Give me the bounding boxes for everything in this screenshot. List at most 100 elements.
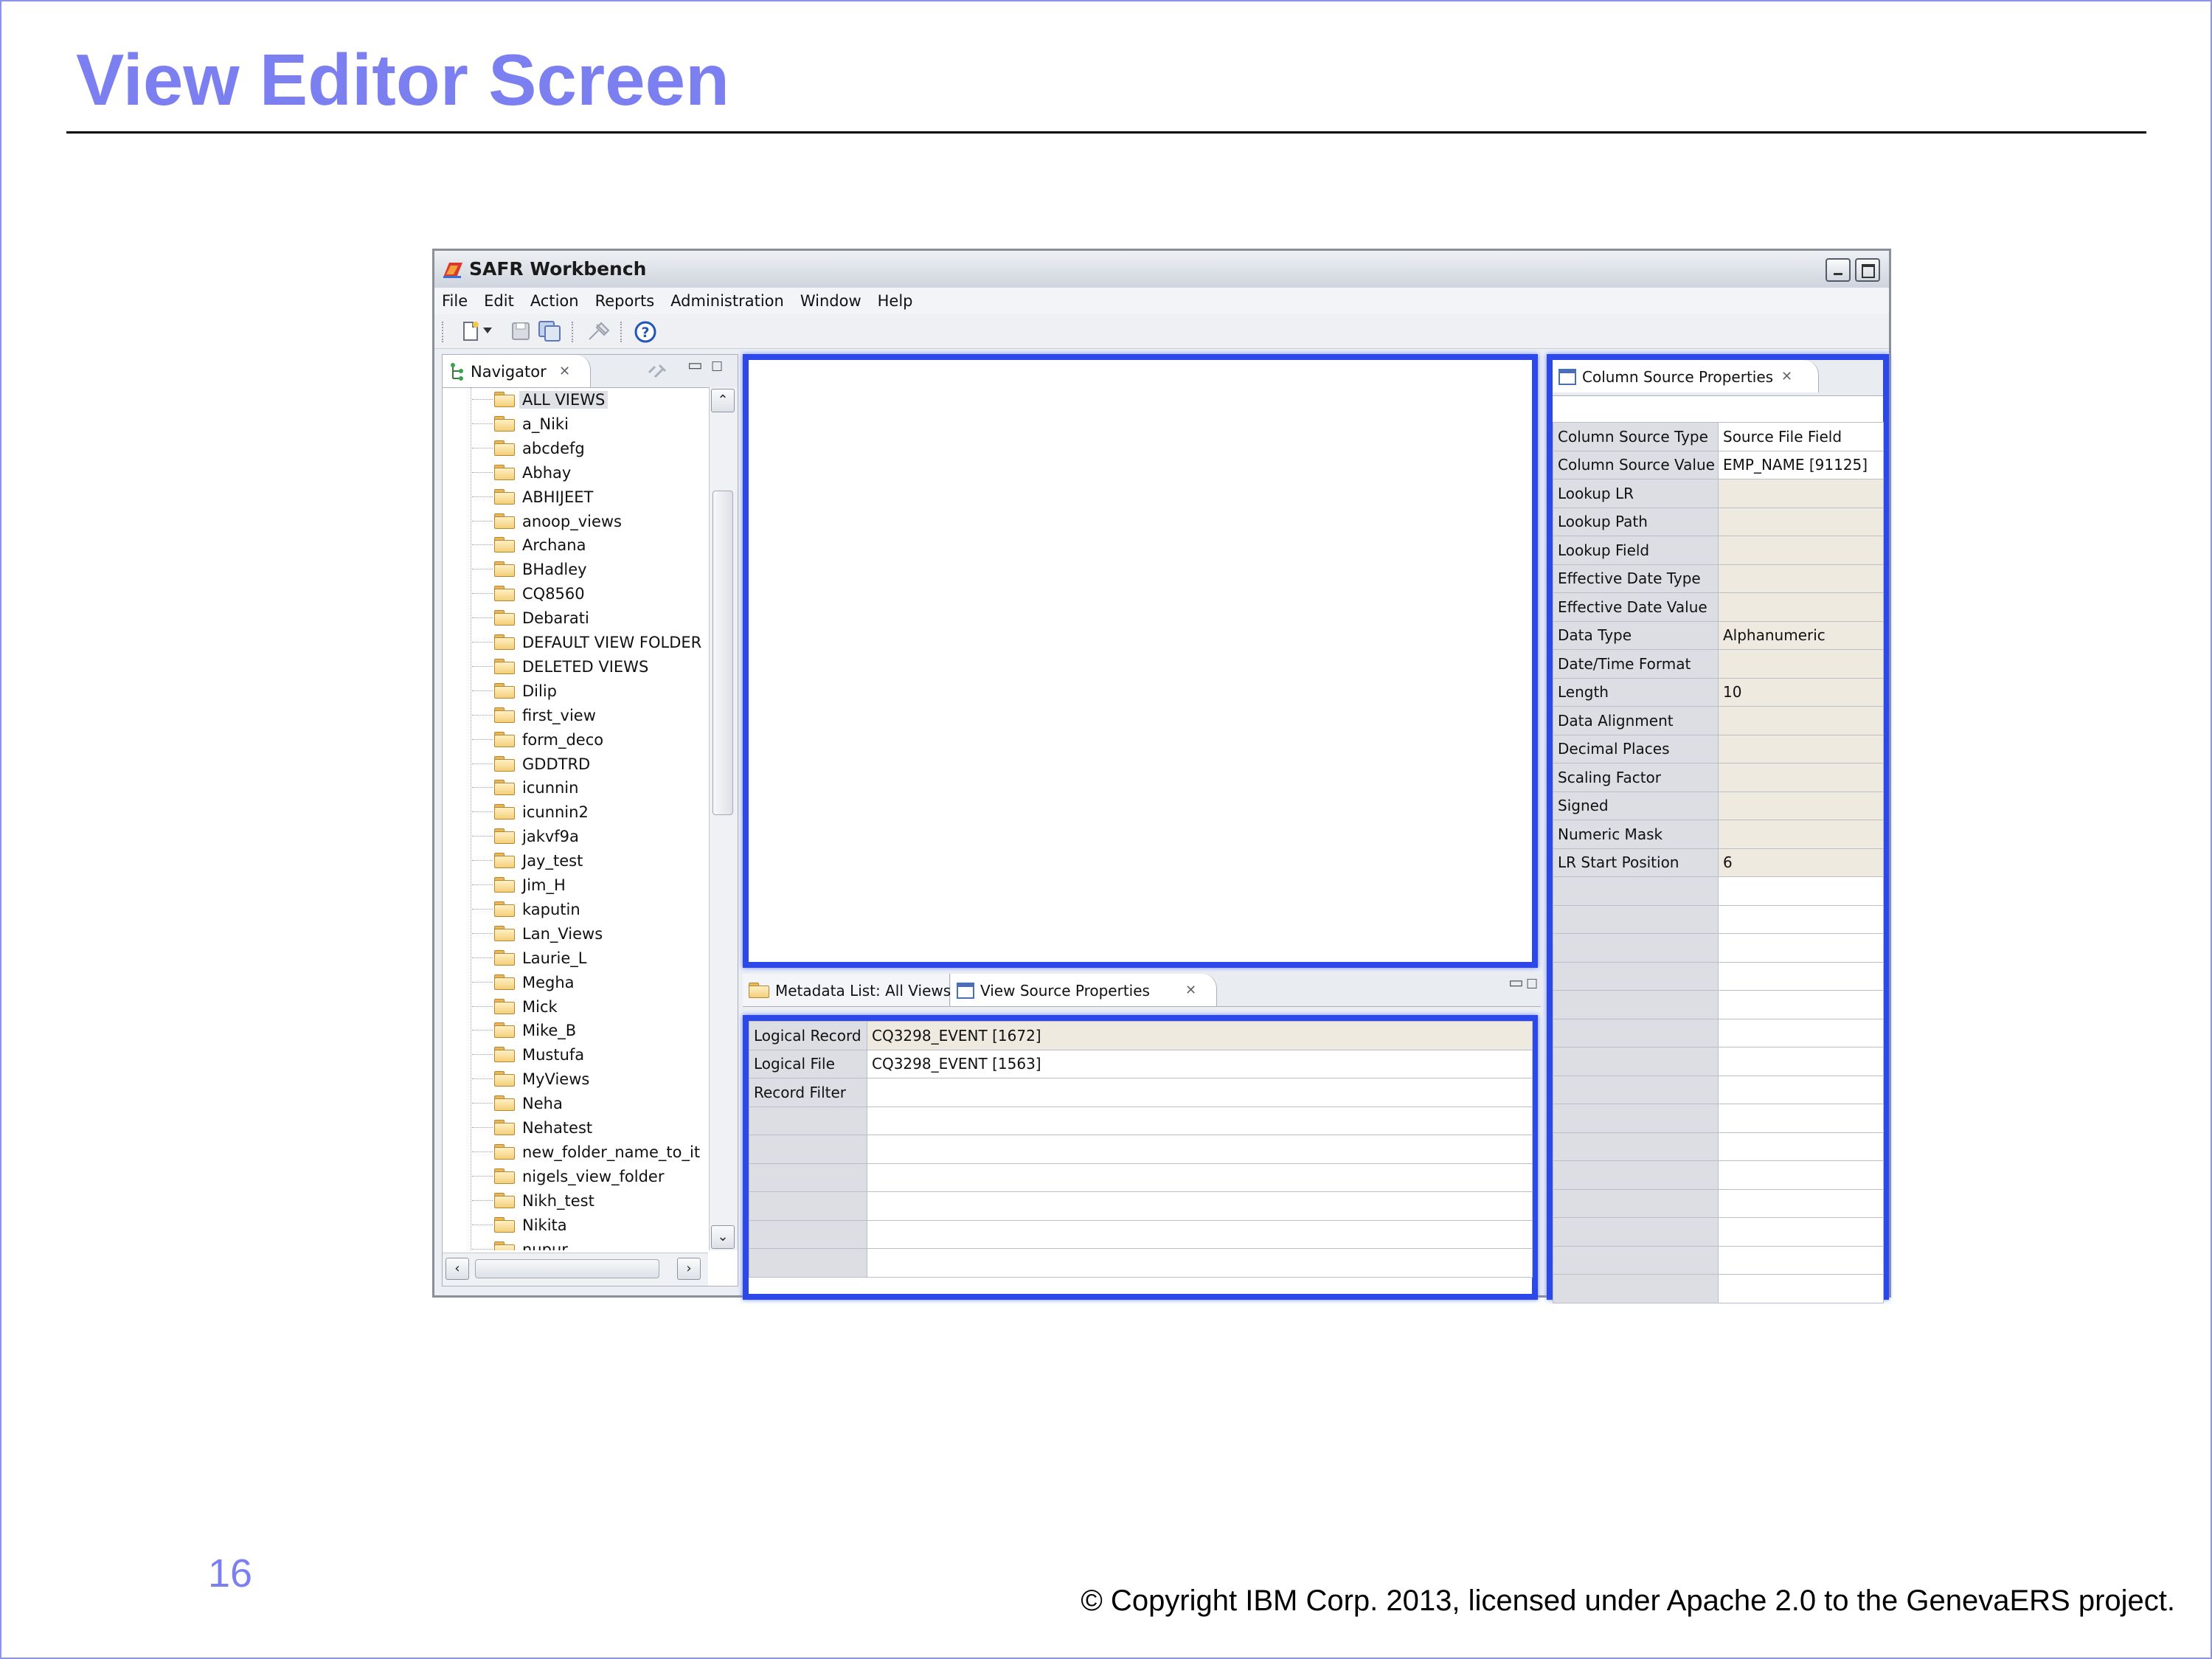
tree-folder-item[interactable]: Neha [472, 1091, 707, 1115]
tree-folder-item[interactable]: new_folder_name_to_it [472, 1140, 707, 1164]
tree-folder-item[interactable]: Abhay [472, 460, 707, 485]
tree-folder-item[interactable]: icunnin [472, 775, 707, 800]
tree-folder-item[interactable]: Lan_Views [472, 921, 707, 946]
property-value[interactable] [1718, 1018, 1884, 1047]
property-value[interactable] [867, 1163, 1533, 1192]
property-value[interactable] [1718, 1274, 1884, 1303]
property-value[interactable] [867, 1191, 1533, 1221]
scrollbar-thumb[interactable] [713, 491, 733, 815]
tab-column-source-properties[interactable]: Column Source Properties ✕ [1553, 360, 1819, 392]
menu-edit[interactable]: Edit [484, 292, 514, 310]
menu-file[interactable]: File [442, 292, 468, 310]
tree-folder-item[interactable]: Nikita [472, 1213, 707, 1237]
minimize-button[interactable] [1826, 258, 1851, 282]
tree-folder-item[interactable]: jakvf9a [472, 824, 707, 848]
property-value[interactable]: Alphanumeric [1718, 620, 1884, 650]
view-editor-area[interactable] [743, 354, 1538, 968]
tree-folder-item[interactable]: abcdefg [472, 436, 707, 460]
tree-folder-item[interactable]: Archana [472, 533, 707, 557]
property-value[interactable] [867, 1219, 1533, 1249]
maximize-view-icon[interactable]: ☐ [711, 359, 723, 375]
tree-folder-item[interactable]: DEFAULT VIEW FOLDER [472, 630, 707, 654]
close-icon[interactable]: ✕ [559, 364, 570, 379]
property-value[interactable] [1718, 592, 1884, 622]
window-titlebar[interactable]: SAFR Workbench [434, 251, 1889, 288]
property-value[interactable] [1718, 1188, 1884, 1218]
close-icon[interactable]: ✕ [1781, 369, 1792, 384]
property-value[interactable]: 6 [1718, 848, 1884, 877]
property-value[interactable] [1718, 1160, 1884, 1190]
tree-folder-item[interactable]: form_deco [472, 727, 707, 752]
tree-folder-item[interactable]: first_view [472, 703, 707, 727]
scroll-down-icon[interactable]: ⌄ [711, 1225, 735, 1249]
dropdown-arrow-icon[interactable] [483, 328, 492, 335]
link-editor-icon[interactable] [646, 362, 668, 381]
property-value[interactable]: EMP_NAME [91125] [1718, 450, 1884, 479]
tree-folder-item[interactable]: GDDTRD [472, 752, 707, 776]
menu-help[interactable]: Help [878, 292, 913, 310]
menu-action[interactable]: Action [530, 292, 579, 310]
property-value[interactable] [1718, 1047, 1884, 1076]
property-value[interactable] [1718, 763, 1884, 792]
property-value[interactable]: CQ3298_EVENT [1672] [867, 1021, 1533, 1050]
close-icon[interactable]: ✕ [1185, 983, 1196, 998]
tree-folder-item[interactable]: nigels_view_folder [472, 1164, 707, 1188]
navigator-vertical-scrollbar[interactable]: ⌃ ⌄ [709, 387, 738, 1250]
tab-view-source-properties[interactable]: View Source Properties ✕ [951, 974, 1217, 1006]
navigator-horizontal-scrollbar[interactable]: ‹ › [443, 1253, 708, 1286]
tree-folder-item[interactable]: Debarati [472, 606, 707, 630]
tree-folder-item[interactable]: Nikh_test [472, 1188, 707, 1213]
tree-folder-item[interactable]: a_Niki [472, 412, 707, 436]
menu-administration[interactable]: Administration [670, 292, 784, 310]
tree-folder-item[interactable]: Jay_test [472, 848, 707, 873]
property-value[interactable] [1718, 564, 1884, 593]
menu-window[interactable]: Window [800, 292, 861, 310]
tree-folder-item[interactable]: Nehatest [472, 1115, 707, 1140]
property-value[interactable]: 10 [1718, 677, 1884, 707]
property-value[interactable] [1718, 649, 1884, 679]
property-value[interactable] [867, 1135, 1533, 1164]
property-value[interactable] [1718, 961, 1884, 991]
property-value[interactable] [1718, 1217, 1884, 1247]
tree-folder-item[interactable]: icunnin2 [472, 800, 707, 824]
property-value[interactable] [867, 1078, 1533, 1107]
help-icon[interactable]: ? [634, 320, 657, 344]
property-value[interactable] [867, 1106, 1533, 1135]
tree-folder-item[interactable]: Mike_B [472, 1018, 707, 1042]
save-icon[interactable] [510, 320, 532, 342]
property-value[interactable] [1718, 933, 1884, 963]
minimize-view-icon[interactable]: ▭ [687, 356, 703, 375]
tree-folder-item[interactable]: Megha [472, 970, 707, 994]
property-value[interactable] [1718, 1132, 1884, 1161]
property-value[interactable] [1718, 1104, 1884, 1133]
tree-folder-item[interactable]: Laurie_L [472, 946, 707, 970]
menu-reports[interactable]: Reports [595, 292, 655, 310]
property-value[interactable] [1718, 479, 1884, 508]
property-value[interactable]: CQ3298_EVENT [1563] [867, 1049, 1533, 1078]
maximize-view-icon[interactable]: ☐ [1526, 977, 1538, 992]
new-icon[interactable] [460, 320, 482, 342]
property-value[interactable] [1718, 791, 1884, 820]
property-value[interactable]: Source File Field [1718, 422, 1884, 451]
save-all-icon[interactable] [538, 320, 563, 342]
property-value[interactable] [867, 1248, 1533, 1278]
tree-folder-item[interactable]: kaputin [472, 897, 707, 921]
tab-navigator[interactable]: Navigator ✕ [443, 355, 591, 387]
property-value[interactable] [1718, 536, 1884, 565]
property-value[interactable] [1718, 1075, 1884, 1104]
tree-folder-item[interactable]: nupur [472, 1237, 707, 1250]
tree-folder-item[interactable]: MyViews [472, 1067, 707, 1091]
tree-folder-item[interactable]: CQ8560 [472, 581, 707, 606]
tree-folder-item[interactable]: anoop_views [472, 509, 707, 533]
tree-folder-item[interactable]: Dilip [472, 679, 707, 703]
scroll-up-icon[interactable]: ⌃ [711, 389, 735, 412]
horizontal-scrollbar-thumb[interactable] [475, 1259, 659, 1278]
property-value[interactable] [1718, 1245, 1884, 1275]
property-value[interactable] [1718, 820, 1884, 849]
property-value[interactable] [1718, 876, 1884, 906]
tree-folder-item[interactable]: Jim_H [472, 873, 707, 897]
property-value[interactable] [1718, 904, 1884, 934]
tree-folder-item[interactable]: DELETED VIEWS [472, 654, 707, 679]
tree-folder-item[interactable]: Mustufa [472, 1042, 707, 1067]
property-value[interactable] [1718, 734, 1884, 763]
